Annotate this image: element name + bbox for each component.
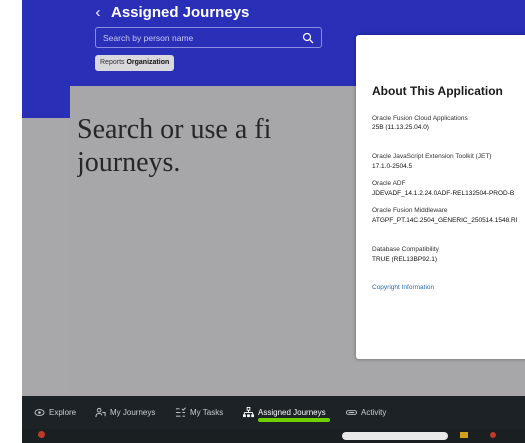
filter-chip-value: Organization (126, 59, 170, 66)
filter-chip[interactable]: Reports Organization (95, 55, 175, 71)
nav-item-activity[interactable]: Activity (346, 396, 386, 429)
content-gutter (22, 118, 70, 396)
nav-item-my-tasks[interactable]: My Tasks (175, 396, 223, 429)
os-taskbar (22, 429, 525, 443)
nav-label-my-journeys: My Journeys (110, 408, 156, 417)
nav-label-my-tasks: My Tasks (190, 408, 224, 417)
empty-state-message: Search or use a fi journeys. (77, 113, 337, 179)
task-list-icon (175, 407, 186, 417)
person-path-icon (95, 407, 106, 418)
filter-chip-label: Reports (100, 59, 125, 66)
info-value-adf: JDEVADF_14.1.2.24.0ADF-REL132504-PROD-B (372, 190, 515, 197)
active-tab-indicator (258, 418, 330, 422)
empty-state-line-1: Search or use a fi (77, 114, 272, 145)
info-value-db-compat: TRUE (REL13BP92.1) (372, 256, 438, 263)
dialog-title: About This Application (372, 84, 503, 98)
eye-icon (34, 409, 45, 416)
taskbar-folder-icon[interactable] (460, 432, 468, 438)
left-gutter (0, 0, 22, 443)
nav-label-activity: Activity (361, 408, 387, 417)
taskbar-search-box[interactable] (342, 432, 448, 440)
info-label-jet: Oracle JavaScript Extension Toolkit (JET… (372, 153, 492, 160)
nav-label-assigned-journeys: Assigned Journeys (258, 408, 326, 417)
nav-item-explore[interactable]: Explore (34, 396, 76, 429)
info-label-fusion-apps: Oracle Fusion Cloud Applications (372, 115, 468, 122)
back-button[interactable]: ‹ (90, 4, 106, 22)
info-value-fusion-apps: 25B (11.13.25.04.0) (372, 124, 429, 131)
nav-item-my-journeys[interactable]: My Journeys (95, 396, 155, 429)
taskbar-tray-icon[interactable] (490, 432, 496, 438)
nav-item-assigned-journeys[interactable]: Assigned Journeys (243, 396, 326, 429)
bottom-nav: Explore My Journeys My Tasks Assigned Jo… (22, 396, 525, 429)
empty-state-line-2: journeys. (77, 147, 181, 178)
info-value-middleware: ATGPF_PT.14C.2504_GENERIC_250514.1548.RI (372, 217, 518, 224)
search-input[interactable] (103, 31, 298, 45)
nav-label-explore: Explore (49, 408, 77, 417)
copyright-link[interactable]: Copyright Information (372, 284, 434, 291)
search-icon[interactable] (302, 32, 314, 44)
page-title: Assigned Journeys (111, 4, 250, 21)
chevron-left-icon: ‹ (95, 4, 101, 21)
info-label-middleware: Oracle Fusion Middleware (372, 207, 448, 214)
search-field[interactable] (95, 27, 322, 48)
org-chart-icon (243, 407, 254, 418)
about-dialog: About This Application Oracle Fusion Clo… (356, 35, 525, 359)
info-value-jet: 17.1.0-2504.5 (372, 163, 413, 170)
activity-icon (346, 410, 357, 415)
info-label-db-compat: Database Compatibility (372, 246, 439, 253)
info-label-adf: Oracle ADF (372, 180, 406, 187)
taskbar-app-icon[interactable] (38, 431, 45, 438)
